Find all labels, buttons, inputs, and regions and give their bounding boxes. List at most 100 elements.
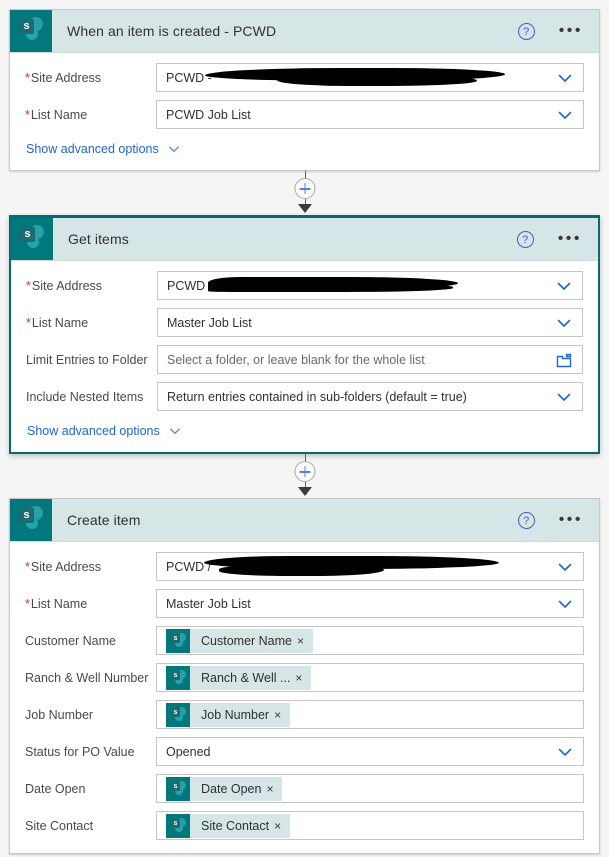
chevron-down-icon[interactable]	[556, 743, 574, 761]
token-label: Job Number	[201, 707, 270, 722]
field-dropdown[interactable]: Master Job List	[156, 589, 584, 618]
chevron-down-icon[interactable]	[556, 595, 574, 613]
show-advanced-options-label: Show advanced options	[26, 142, 159, 156]
folder-icon[interactable]	[555, 351, 573, 369]
token-remove-icon[interactable]: ×	[297, 635, 313, 647]
redacted-content	[157, 64, 583, 91]
field-label-text: List Name	[30, 107, 88, 122]
card-body: *Site Address PCWD / *List Name Master Job …	[10, 542, 599, 853]
insert-step-button[interactable]	[294, 178, 315, 199]
card-header[interactable]: s Create item? •••	[10, 499, 599, 542]
form-row: *Site Address PCWD -	[25, 62, 584, 93]
form-row: *Site Address PCWD /	[25, 551, 584, 582]
flow-step-card[interactable]: s Create item? ••• *Site Address PCWD / *List…	[9, 498, 600, 854]
field-dropdown[interactable]: Opened	[156, 737, 584, 766]
field-label: Site Contact	[25, 819, 156, 833]
form-row: Status for PO Value Opened	[25, 736, 584, 767]
field-label: *List Name	[25, 597, 156, 611]
token-remove-icon[interactable]: ×	[266, 783, 282, 795]
card-title: Get items	[68, 231, 129, 247]
more-options-icon[interactable]: •••	[558, 231, 582, 247]
field-label: Limit Entries to Folder	[26, 353, 157, 367]
form-row: Ranch & Well Number s Ranch & Well ... ×	[25, 662, 584, 693]
required-asterisk: *	[25, 559, 30, 574]
form-row: Include Nested Items Return entries conta…	[26, 381, 583, 412]
chevron-down-icon[interactable]	[556, 106, 574, 124]
field-label-text: Site Address	[31, 278, 103, 293]
card-header[interactable]: s When an item is created - PCWD? •••	[10, 10, 599, 53]
field-token-input[interactable]: s Ranch & Well ... ×	[156, 663, 584, 692]
token-remove-icon[interactable]: ×	[295, 672, 311, 684]
chevron-down-icon	[168, 424, 182, 438]
chevron-down-icon[interactable]	[555, 388, 573, 406]
form-row: Site Contact s Site Contact ×	[25, 810, 584, 841]
chevron-down-icon[interactable]	[556, 558, 574, 576]
dynamic-content-token[interactable]: s Job Number ×	[166, 702, 291, 727]
show-advanced-options-link[interactable]: Show advanced options	[27, 424, 182, 438]
field-label: Ranch & Well Number	[25, 671, 156, 685]
token-remove-icon[interactable]: ×	[274, 709, 290, 721]
field-dropdown[interactable]: PCWD Job List	[156, 100, 584, 129]
redacted-content	[157, 553, 583, 580]
field-label: Customer Name	[25, 634, 156, 648]
field-label-text: List Name	[30, 596, 88, 611]
page-top-spacer	[0, 0, 609, 9]
field-label-text: Site Address	[30, 70, 102, 85]
field-label: *Site Address	[26, 279, 157, 293]
token-label: Site Contact	[201, 818, 270, 833]
form-row: Customer Name s Customer Name ×	[25, 625, 584, 656]
required-asterisk: *	[26, 315, 31, 330]
flow-designer-canvas: s When an item is created - PCWD? ••• *Site…	[0, 9, 609, 854]
field-dropdown[interactable]: Master Job List	[157, 308, 583, 337]
field-label: Status for PO Value	[25, 745, 156, 759]
field-dropdown[interactable]: PCWD /	[157, 271, 583, 300]
show-advanced-options-link[interactable]: Show advanced options	[26, 142, 181, 156]
token-label: Date Open	[201, 781, 262, 796]
field-token-input[interactable]: s Date Open ×	[156, 774, 584, 803]
field-token-input[interactable]: s Customer Name ×	[156, 626, 584, 655]
field-label: *List Name	[26, 316, 157, 330]
field-label: Job Number	[25, 708, 156, 722]
field-value: Opened	[166, 744, 211, 759]
connector-arrow-icon	[297, 487, 312, 496]
card-header[interactable]: s Get items? •••	[11, 217, 598, 261]
chevron-down-icon[interactable]	[556, 69, 574, 87]
field-label: Include Nested Items	[26, 390, 157, 404]
field-value: PCWD -	[166, 70, 212, 85]
insert-step-button[interactable]	[294, 461, 315, 482]
sharepoint-icon: s	[10, 10, 52, 52]
flow-step-card[interactable]: s Get items? ••• *Site Address PCWD / *List …	[9, 215, 600, 454]
token-remove-icon[interactable]: ×	[274, 820, 290, 832]
field-token-input[interactable]: s Site Contact ×	[156, 811, 584, 840]
help-icon[interactable]: ?	[516, 230, 534, 248]
dynamic-content-token[interactable]: s Date Open ×	[166, 776, 283, 801]
field-dropdown[interactable]: PCWD -	[156, 63, 584, 92]
field-label: *List Name	[25, 108, 156, 122]
dynamic-content-token[interactable]: s Ranch & Well ... ×	[166, 665, 312, 690]
more-options-icon[interactable]: •••	[559, 512, 583, 528]
redacted-content	[158, 272, 582, 299]
field-dropdown[interactable]: PCWD /	[156, 552, 584, 581]
card-body: *Site Address PCWD / *List Name Master Job…	[11, 261, 598, 452]
flow-step-card[interactable]: s When an item is created - PCWD? ••• *Site…	[9, 9, 600, 171]
field-folder-picker[interactable]: Select a folder, or leave blank for the …	[157, 345, 583, 374]
field-token-input[interactable]: s Job Number ×	[156, 700, 584, 729]
step-connector	[0, 171, 609, 215]
sharepoint-icon: s	[166, 702, 190, 727]
field-label-text: Include Nested Items	[26, 389, 144, 404]
field-value: Master Job List	[167, 315, 252, 330]
field-value: PCWD /	[167, 278, 213, 293]
field-value: Return entries contained in sub-folders …	[167, 389, 467, 404]
chevron-down-icon[interactable]	[555, 314, 573, 332]
help-icon[interactable]: ?	[517, 511, 535, 529]
field-value: PCWD /	[166, 559, 212, 574]
more-options-icon[interactable]: •••	[559, 23, 583, 39]
field-dropdown[interactable]: Return entries contained in sub-folders …	[157, 382, 583, 411]
help-icon[interactable]: ?	[517, 22, 535, 40]
connector-arrow-icon	[297, 204, 312, 213]
field-label-text: Job Number	[25, 707, 94, 722]
sharepoint-icon: s	[10, 499, 52, 541]
chevron-down-icon[interactable]	[555, 277, 573, 295]
dynamic-content-token[interactable]: s Site Contact ×	[166, 813, 291, 838]
dynamic-content-token[interactable]: s Customer Name ×	[166, 628, 314, 653]
